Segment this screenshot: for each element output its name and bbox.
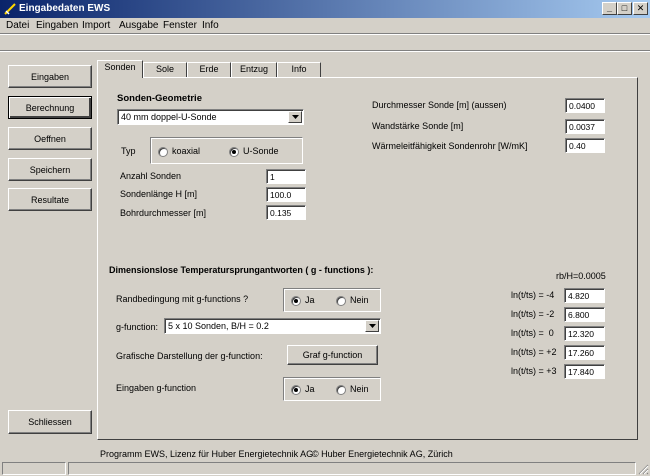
gf-label: g-function: <box>116 322 159 332</box>
ln-label-1: ln(t/ts) = -4 <box>511 290 555 300</box>
probe-type-select[interactable]: 40 mm doppel-U-Sonde <box>117 109 304 125</box>
rb-label: rb/H=0.0005 <box>556 271 606 281</box>
waerme-label: Wärmeleitfähigkeit Sondenrohr [W/mK] <box>372 141 528 151</box>
anzahl-input[interactable]: 1 <box>266 169 306 184</box>
menu-fenster[interactable]: Fenster <box>163 20 197 31</box>
tab-info[interactable]: Info <box>277 62 321 77</box>
maximize-button[interactable]: □ <box>617 2 632 15</box>
durchmesser-label: Durchmesser Sonde [m] (aussen) <box>372 100 507 110</box>
usonde-label: U-Sonde <box>243 146 279 156</box>
ln-label-3: ln(t/ts) = 0 <box>511 328 554 338</box>
app-icon <box>4 3 16 15</box>
dropdown-arrow-icon[interactable] <box>365 320 379 332</box>
ln-input-3[interactable]: 12.320 <box>564 326 605 341</box>
speichern-button[interactable]: Speichern <box>8 158 92 181</box>
license-text: Programm EWS, Lizenz für Huber Energiete… <box>100 449 314 459</box>
anzahl-label: Anzahl Sonden <box>120 171 182 181</box>
minimize-button[interactable]: _ <box>602 2 617 15</box>
ln-input-2[interactable]: 6.800 <box>564 307 605 322</box>
rand-ja-radio[interactable] <box>291 296 301 306</box>
tab-sonden[interactable]: Sonden <box>97 60 143 78</box>
ln-label-4: ln(t/ts) = +2 <box>511 347 557 357</box>
koaxial-radio[interactable] <box>158 147 168 157</box>
eingaben-nein-radio[interactable] <box>336 385 346 395</box>
title-bar: Eingabedaten EWS _ □ ✕ <box>0 0 650 18</box>
status-pane-1 <box>2 462 66 475</box>
window-title: Eingabedaten EWS <box>19 3 111 14</box>
eingaben-ja-label: Ja <box>305 384 315 394</box>
resize-grip-icon[interactable] <box>637 463 649 475</box>
tab-sole[interactable]: Sole <box>143 62 187 77</box>
geometry-heading: Sonden-Geometrie <box>117 93 202 104</box>
ln-input-5[interactable]: 17.840 <box>564 364 605 379</box>
copyright-text: © Huber Energietechnik AG, Zürich <box>312 449 453 459</box>
ln-label-2: ln(t/ts) = -2 <box>511 309 555 319</box>
tab-entzug[interactable]: Entzug <box>231 62 277 77</box>
status-pane-2 <box>68 462 636 475</box>
gfunc-heading: Dimensionslose Temperatursprungantworten… <box>109 265 374 275</box>
usonde-radio[interactable] <box>229 147 239 157</box>
oeffnen-button[interactable]: Oeffnen <box>8 127 92 150</box>
eingaben-ja-radio[interactable] <box>291 385 301 395</box>
bohr-input[interactable]: 0.135 <box>266 205 306 220</box>
rand-nein-label: Nein <box>350 295 369 305</box>
eingaben-gf-label: Eingaben g-function <box>116 383 197 393</box>
waerme-input[interactable]: 0.40 <box>565 138 605 153</box>
eingaben-button[interactable]: Eingaben <box>8 65 92 88</box>
schliessen-button[interactable]: Schliessen <box>8 410 92 434</box>
ln-input-1[interactable]: 4.820 <box>564 288 605 303</box>
rand-nein-radio[interactable] <box>336 296 346 306</box>
gfunction-select[interactable]: 5 x 10 Sonden, B/H = 0.2 <box>164 318 381 334</box>
tab-erde[interactable]: Erde <box>187 62 231 77</box>
laenge-label: Sondenlänge H [m] <box>120 189 198 199</box>
menu-bar: Datei Eingaben Import Ausgabe Fenster In… <box>0 18 650 33</box>
laenge-input[interactable]: 100.0 <box>266 187 306 202</box>
probe-type-value: 40 mm doppel-U-Sonde <box>121 112 217 122</box>
toolbar-separator <box>0 50 650 52</box>
resultate-button[interactable]: Resultate <box>8 188 92 211</box>
eingaben-nein-label: Nein <box>350 384 369 394</box>
graf-label: Grafische Darstellung der g-function: <box>116 351 263 361</box>
wand-input[interactable]: 0.0037 <box>565 119 605 134</box>
menu-eingaben[interactable]: Eingaben <box>36 20 78 31</box>
berechnung-button[interactable]: Berechnung <box>8 96 92 119</box>
rand-label: Randbedingung mit g-functions ? <box>116 294 249 304</box>
bohr-label: Bohrdurchmesser [m] <box>120 208 207 218</box>
menu-import[interactable]: Import <box>82 20 110 31</box>
dropdown-arrow-icon[interactable] <box>288 111 302 123</box>
wand-label: Wandstärke Sonde [m] <box>372 121 464 131</box>
close-button[interactable]: ✕ <box>633 2 648 15</box>
rand-ja-label: Ja <box>305 295 315 305</box>
gfunction-value: 5 x 10 Sonden, B/H = 0.2 <box>168 321 269 331</box>
menu-datei[interactable]: Datei <box>6 20 29 31</box>
typ-label: Typ <box>121 146 136 156</box>
menu-separator <box>0 33 650 35</box>
graf-gfunction-button[interactable]: Graf g-function <box>287 345 378 365</box>
menu-info[interactable]: Info <box>202 20 219 31</box>
menu-ausgabe[interactable]: Ausgabe <box>119 20 158 31</box>
ln-label-5: ln(t/ts) = +3 <box>511 366 557 376</box>
ln-input-4[interactable]: 17.260 <box>564 345 605 360</box>
durchmesser-input[interactable]: 0.0400 <box>565 98 605 113</box>
koaxial-label: koaxial <box>172 146 201 156</box>
